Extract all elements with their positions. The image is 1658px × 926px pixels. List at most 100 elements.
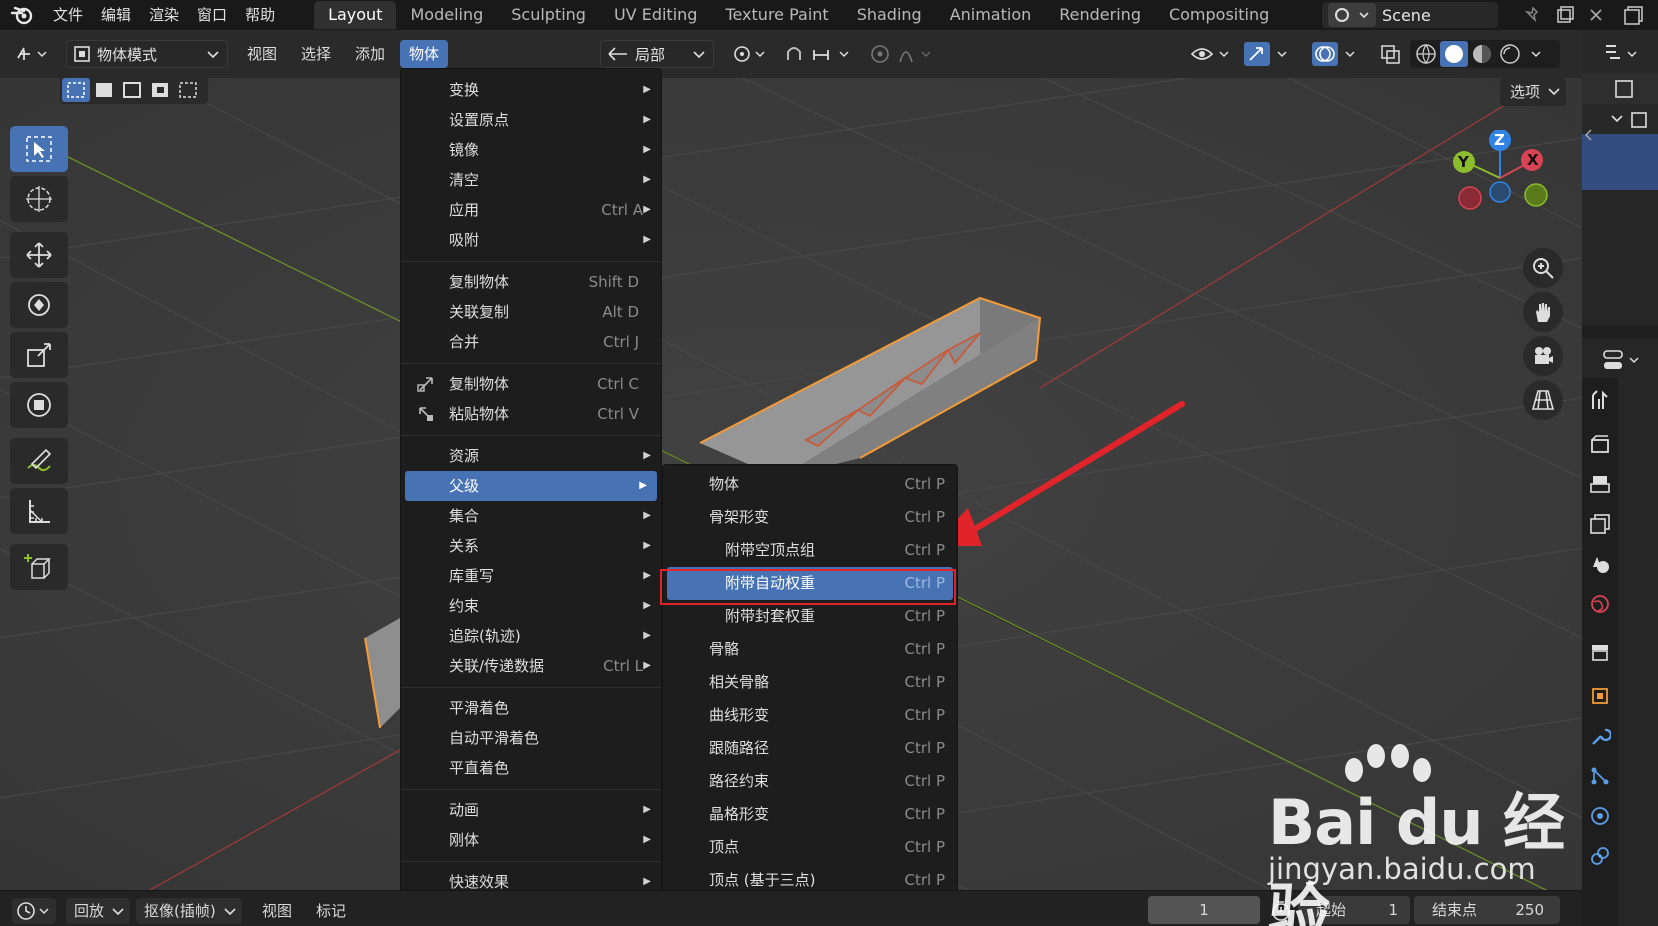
object-menu-item[interactable]: 变换 ▶ [401, 75, 661, 105]
object-menu-item[interactable]: 关联/传递数据 Ctrl L ▶ [401, 651, 661, 681]
outliner-row[interactable] [1582, 74, 1658, 104]
particles-properties-icon[interactable] [1582, 758, 1618, 794]
pan-hand-icon[interactable] [1523, 292, 1563, 332]
object-menu-item[interactable]: 集合 ▶ [401, 501, 661, 531]
editor-type-button[interactable] [10, 40, 54, 68]
outliner[interactable] [1582, 30, 1658, 326]
cursor-tool[interactable] [10, 176, 68, 222]
measure-tool[interactable] [10, 488, 68, 534]
zoom-button[interactable] [1523, 248, 1563, 288]
overlays-toggle[interactable] [1310, 40, 1364, 68]
physics-properties-icon[interactable] [1582, 798, 1618, 834]
object-menu-item[interactable]: 合并 Ctrl J [401, 327, 661, 357]
parent-menu-item[interactable]: 相关骨骼 Ctrl P [663, 666, 957, 699]
outliner-type-icon[interactable] [1602, 42, 1642, 66]
snapping-toggle[interactable] [780, 40, 860, 68]
scene-properties-icon[interactable] [1582, 546, 1618, 582]
constraints-properties-icon[interactable] [1582, 838, 1618, 874]
current-frame-field[interactable]: 1 [1148, 896, 1260, 924]
scale-tool[interactable] [10, 332, 68, 378]
object-menu-item[interactable]: 应用 Ctrl A ▶ [401, 195, 661, 225]
stopwatch-icon[interactable] [1270, 900, 1292, 922]
tab-compositing[interactable]: Compositing [1155, 1, 1283, 29]
object-menu-item[interactable]: 粘贴物体 Ctrl V [401, 399, 661, 429]
blender-logo-icon[interactable] [0, 0, 44, 30]
select-box-tool[interactable] [10, 126, 68, 172]
outliner-row[interactable] [1582, 104, 1658, 134]
scene-type-dropdown[interactable] [1328, 3, 1376, 27]
object-menu-item[interactable]: 复制物体 Shift D [401, 267, 661, 297]
tab-shading[interactable]: Shading [843, 1, 936, 29]
pivot-point-dropdown[interactable] [728, 40, 772, 68]
parent-menu-item[interactable]: 曲线形变 Ctrl P [663, 699, 957, 732]
tab-uv-editing[interactable]: UV Editing [600, 1, 711, 29]
proportional-editing-toggle[interactable] [866, 40, 940, 68]
collapse-arrow-icon[interactable] [1583, 128, 1593, 142]
selection-mode-group[interactable] [60, 78, 208, 104]
start-frame-field[interactable]: 起始 1 [1298, 896, 1410, 924]
tab-sculpting[interactable]: Sculpting [497, 1, 600, 29]
output-properties-icon[interactable] [1582, 466, 1618, 502]
tab-layout[interactable]: Layout [314, 1, 397, 29]
parent-menu-item[interactable]: 附带空顶点组 Ctrl P [663, 534, 957, 567]
camera-view-icon[interactable] [1523, 336, 1563, 376]
menu-view[interactable]: 视图 [238, 40, 286, 68]
xray-toggle[interactable] [1376, 40, 1406, 68]
modifier-properties-icon[interactable] [1582, 718, 1618, 754]
playback-dropdown[interactable]: 回放 [66, 898, 131, 924]
tab-rendering[interactable]: Rendering [1045, 1, 1155, 29]
object-menu-item[interactable]: 刚体 ▶ [401, 825, 661, 855]
parent-menu-item[interactable]: 晶格形变 Ctrl P [663, 798, 957, 831]
menu-add[interactable]: 添加 [346, 40, 394, 68]
timeline-editor-type[interactable] [12, 898, 56, 924]
add-cube-tool[interactable] [10, 544, 68, 590]
object-menu-item[interactable]: 自动平滑着色 [401, 723, 661, 753]
menu-edit[interactable]: 编辑 [92, 0, 140, 30]
new-scene-icon[interactable] [1555, 5, 1575, 25]
menu-render[interactable]: 渲染 [140, 0, 188, 30]
end-frame-field[interactable]: 结束点 250 [1414, 896, 1560, 924]
tab-texture-paint[interactable]: Texture Paint [711, 1, 842, 29]
delete-scene-icon[interactable] [1587, 6, 1605, 24]
object-menu-item[interactable]: 约束 ▶ [401, 591, 661, 621]
menu-help[interactable]: 帮助 [236, 0, 284, 30]
parent-menu-item[interactable]: 路径约束 Ctrl P [663, 765, 957, 798]
menu-select[interactable]: 选择 [292, 40, 340, 68]
tab-modeling[interactable]: Modeling [396, 1, 497, 29]
render-properties-icon[interactable] [1582, 426, 1618, 462]
timeline-marker-menu[interactable]: 标记 [316, 898, 346, 924]
menu-window[interactable]: 窗口 [188, 0, 236, 30]
transform-orientation-dropdown[interactable]: 局部 [600, 40, 714, 68]
visibility-dropdown[interactable] [1188, 40, 1236, 68]
annotate-tool[interactable] [10, 438, 68, 484]
object-menu-item[interactable]: 设置原点 ▶ [401, 105, 661, 135]
pin-icon[interactable] [1523, 6, 1543, 24]
tab-animation[interactable]: Animation [936, 1, 1046, 29]
object-menu-item[interactable]: 追踪(轨迹) ▶ [401, 621, 661, 651]
mode-dropdown[interactable]: 物体模式 [66, 40, 228, 68]
object-menu-item[interactable]: 动画 ▶ [401, 795, 661, 825]
parent-menu-item[interactable]: 骨架形变 Ctrl P [663, 501, 957, 534]
tool-properties-icon[interactable] [1582, 382, 1618, 418]
object-menu-item[interactable]: 平直着色 [401, 753, 661, 783]
perspective-toggle-icon[interactable] [1523, 380, 1563, 420]
object-menu-item[interactable]: 清空 ▶ [401, 165, 661, 195]
object-menu-item[interactable]: 吸附 ▶ [401, 225, 661, 255]
parent-menu-item[interactable]: 跟随路径 Ctrl P [663, 732, 957, 765]
world-properties-icon[interactable] [1582, 586, 1618, 622]
object-menu-item[interactable]: 库重写 ▶ [401, 561, 661, 591]
parent-menu-item[interactable]: 物体 Ctrl P [663, 468, 957, 501]
object-menu-item[interactable]: 镜像 ▶ [401, 135, 661, 165]
options-dropdown[interactable]: 选项 [1500, 78, 1566, 106]
rotate-tool[interactable] [10, 282, 68, 328]
move-tool[interactable] [10, 232, 68, 278]
object-properties-icon[interactable] [1582, 678, 1618, 714]
menu-object[interactable]: 物体 [400, 40, 449, 68]
parent-menu-item[interactable]: 顶点 Ctrl P [663, 831, 957, 864]
properties-type-icon[interactable] [1602, 348, 1642, 372]
object-menu-item[interactable]: 关联复制 Alt D [401, 297, 661, 327]
timeline-view-menu[interactable]: 视图 [262, 898, 292, 924]
collection-properties-icon[interactable] [1582, 634, 1618, 670]
view-layer-properties-icon[interactable] [1582, 506, 1618, 542]
object-menu-item[interactable]: 平滑着色 [401, 693, 661, 723]
